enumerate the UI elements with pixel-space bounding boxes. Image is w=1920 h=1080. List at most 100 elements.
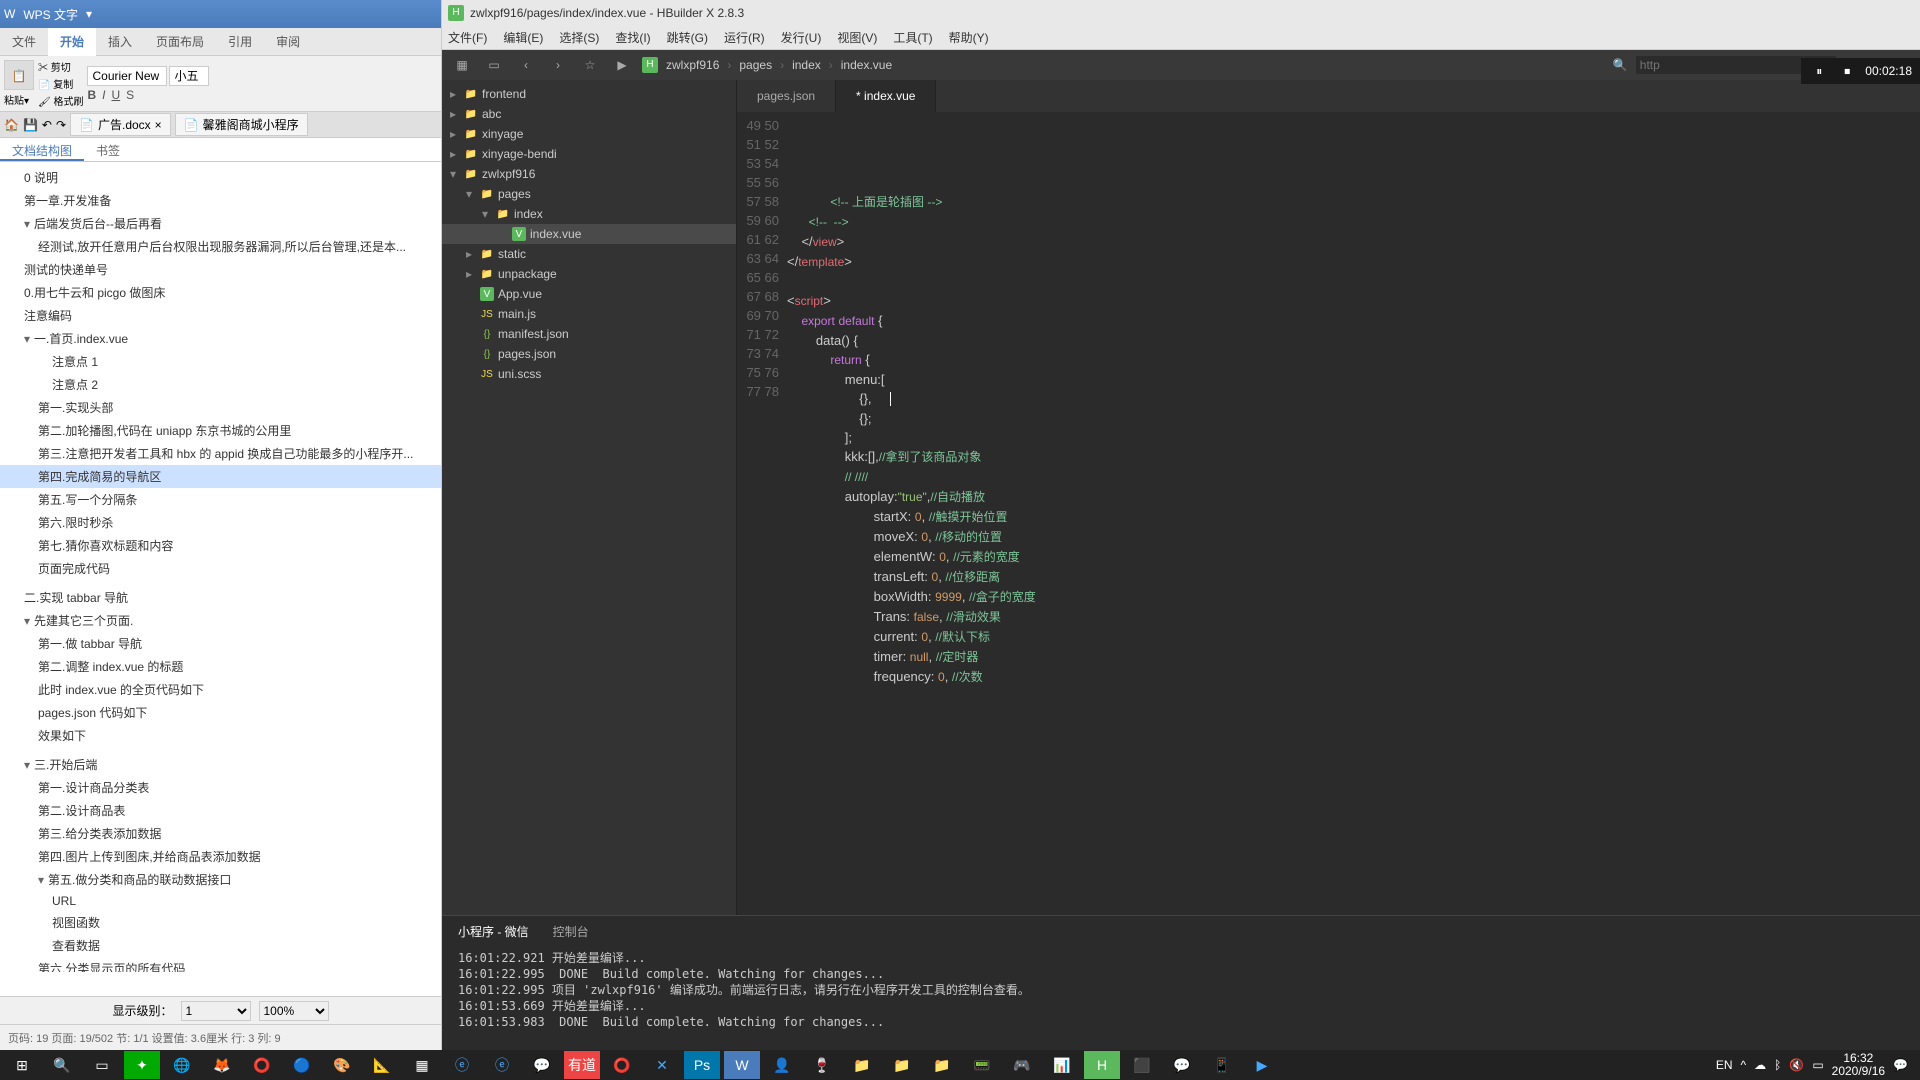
code-content[interactable]: <!-- 上面是轮插图 --> <!-- --> </view> </templ…	[787, 112, 1920, 915]
app-icon[interactable]: ▶	[1244, 1051, 1280, 1079]
breadcrumb-item[interactable]: pages	[739, 58, 772, 72]
close-icon[interactable]: ×	[155, 118, 162, 132]
outline-item[interactable]: 注意点 2	[0, 373, 441, 396]
menu-item[interactable]: 跳转(G)	[667, 29, 708, 46]
app-icon[interactable]: 🔵	[284, 1051, 320, 1079]
panel-icon[interactable]: ▭	[482, 53, 506, 77]
star-icon[interactable]: ☆	[578, 53, 602, 77]
undo-icon[interactable]: ↶	[42, 118, 52, 132]
tree-item[interactable]: ▸📁xinyage-bendi	[442, 144, 736, 164]
app-icon[interactable]: 📱	[1204, 1051, 1240, 1079]
tree-item[interactable]: ▸📁frontend	[442, 84, 736, 104]
outline-item[interactable]: 第六.分类显示页的所有代码	[0, 957, 441, 972]
doc-tab-2[interactable]: 📄馨雅阁商城小程序	[175, 113, 308, 136]
pause-button[interactable]: ⏸	[1809, 61, 1829, 81]
tree-item[interactable]: ▸📁xinyage	[442, 124, 736, 144]
outline-item[interactable]: 0 说明	[0, 166, 441, 189]
clock-date[interactable]: 2020/9/16	[1832, 1065, 1885, 1078]
dropdown-icon[interactable]: ▾	[86, 7, 92, 21]
run-icon[interactable]: ▶	[610, 53, 634, 77]
app-icon[interactable]: 🌐	[164, 1051, 200, 1079]
folder-icon[interactable]: 📁	[884, 1051, 920, 1079]
outline-item[interactable]: 经测试,放开任意用户后台权限出现服务器漏洞,所以后台管理,还是本...	[0, 235, 441, 258]
app-icon[interactable]: 有道	[564, 1051, 600, 1079]
menu-item[interactable]: 文件(F)	[448, 29, 487, 46]
ribbon-tab[interactable]: 页面布局	[144, 28, 216, 56]
console-tab[interactable]: 控制台	[553, 923, 589, 940]
outline-item[interactable]: 第一.实现头部	[0, 396, 441, 419]
outline-item[interactable]: 注意编码	[0, 304, 441, 327]
outline-item[interactable]: 第四.完成简易的导航区	[0, 465, 441, 488]
system-tray[interactable]: EN ^ ☁ ᛒ 🔇 ▭ 16:32 2020/9/16 💬	[1708, 1052, 1916, 1078]
outline-item[interactable]: 第二.调整 index.vue 的标题	[0, 655, 441, 678]
app-icon[interactable]: ▦	[404, 1051, 440, 1079]
outline-item[interactable]: 二.实现 tabbar 导航	[0, 586, 441, 609]
layout-icon[interactable]: ▦	[450, 53, 474, 77]
outline-item[interactable]: 后端发货后台--最后再看	[0, 212, 441, 235]
outline-item[interactable]: 第四.图片上传到图床,并给商品表添加数据	[0, 845, 441, 868]
back-button[interactable]: ‹	[514, 53, 538, 77]
outline-item[interactable]: 注意点 1	[0, 350, 441, 373]
breadcrumb-item[interactable]: index.vue	[841, 58, 892, 72]
outline-item[interactable]: URL	[0, 891, 441, 911]
folder-icon[interactable]: 📁	[844, 1051, 880, 1079]
copy-button[interactable]: 📄 复制	[38, 76, 83, 91]
tree-item[interactable]: ▾📁pages	[442, 184, 736, 204]
app-icon[interactable]: 💬	[1164, 1051, 1200, 1079]
search-icon[interactable]: 🔍	[1613, 58, 1628, 72]
outline-item[interactable]: 第二.加轮播图,代码在 uniapp 东京书城的公用里	[0, 419, 441, 442]
stop-button[interactable]: ⏹	[1837, 61, 1857, 81]
bold-button[interactable]: B	[87, 88, 96, 102]
app-icon[interactable]: 🎮	[1004, 1051, 1040, 1079]
ribbon-tab[interactable]: 开始	[48, 28, 96, 56]
outline-item[interactable]: 第三.注意把开发者工具和 hbx 的 appid 换成自己功能最多的小程序开..…	[0, 442, 441, 465]
notification-icon[interactable]: 💬	[1893, 1058, 1908, 1072]
folder-icon[interactable]: 📁	[924, 1051, 960, 1079]
tree-item[interactable]: JSuni.scss	[442, 364, 736, 384]
outline-item[interactable]: 查看数据	[0, 934, 441, 957]
app-icon[interactable]: 📟	[964, 1051, 1000, 1079]
console-tab[interactable]: 小程序 - 微信	[458, 923, 529, 940]
outline-item[interactable]: 第一.设计商品分类表	[0, 776, 441, 799]
ribbon-tab[interactable]: 引用	[216, 28, 264, 56]
outline-item[interactable]: 视图函数	[0, 911, 441, 934]
app-icon[interactable]: ⓔ	[444, 1051, 480, 1079]
editor-tab[interactable]: pages.json	[737, 80, 836, 112]
outline-item[interactable]: 第一.做 tabbar 导航	[0, 632, 441, 655]
tree-item[interactable]: {}pages.json	[442, 344, 736, 364]
outline-item[interactable]: 三.开始后端	[0, 753, 441, 776]
start-button[interactable]: ⊞	[4, 1051, 40, 1079]
save-icon[interactable]: 💾	[23, 118, 38, 132]
outline-item[interactable]: 测试的快递单号	[0, 258, 441, 281]
outline-item[interactable]: 效果如下	[0, 724, 441, 747]
app-icon[interactable]: ✦	[124, 1051, 160, 1079]
taskview-button[interactable]: ▭	[84, 1051, 120, 1079]
app-icon[interactable]: 📊	[1044, 1051, 1080, 1079]
outline-item[interactable]: 第三.给分类表添加数据	[0, 822, 441, 845]
outline-item[interactable]: 第六.限时秒杀	[0, 511, 441, 534]
tab-structure[interactable]: 文档结构图	[0, 138, 84, 161]
file-explorer[interactable]: ▸📁frontend▸📁abc▸📁xinyage▸📁xinyage-bendi ▾…	[442, 80, 737, 915]
app-icon[interactable]: 💬	[524, 1051, 560, 1079]
ribbon-tab[interactable]: 插入	[96, 28, 144, 56]
tree-item[interactable]: ▸📁abc	[442, 104, 736, 124]
menu-item[interactable]: 视图(V)	[837, 29, 877, 46]
cloud-icon[interactable]: ☁	[1754, 1058, 1766, 1072]
tree-item[interactable]: ▸📁static	[442, 244, 736, 264]
tree-item[interactable]: ▾📁index	[442, 204, 736, 224]
wifi-icon[interactable]: 🔇	[1789, 1058, 1804, 1072]
outline-item[interactable]: 第五.做分类和商品的联动数据接口	[0, 868, 441, 891]
app-icon[interactable]: Ps	[684, 1051, 720, 1079]
outline-item[interactable]: 页面完成代码	[0, 557, 441, 580]
tree-item[interactable]: ▸📁unpackage	[442, 264, 736, 284]
search-button[interactable]: 🔍	[44, 1051, 80, 1079]
font-name-input[interactable]	[87, 66, 167, 86]
ribbon-tab[interactable]: 文件	[0, 28, 48, 56]
outline-item[interactable]: 一.首页.index.vue	[0, 327, 441, 350]
tab-bookmarks[interactable]: 书签	[84, 138, 132, 161]
outline-item[interactable]: 第二.设计商品表	[0, 799, 441, 822]
underline-button[interactable]: U	[112, 88, 121, 102]
strike-button[interactable]: S	[126, 88, 134, 102]
font-size-input[interactable]	[169, 66, 209, 86]
menu-item[interactable]: 工具(T)	[893, 29, 932, 46]
